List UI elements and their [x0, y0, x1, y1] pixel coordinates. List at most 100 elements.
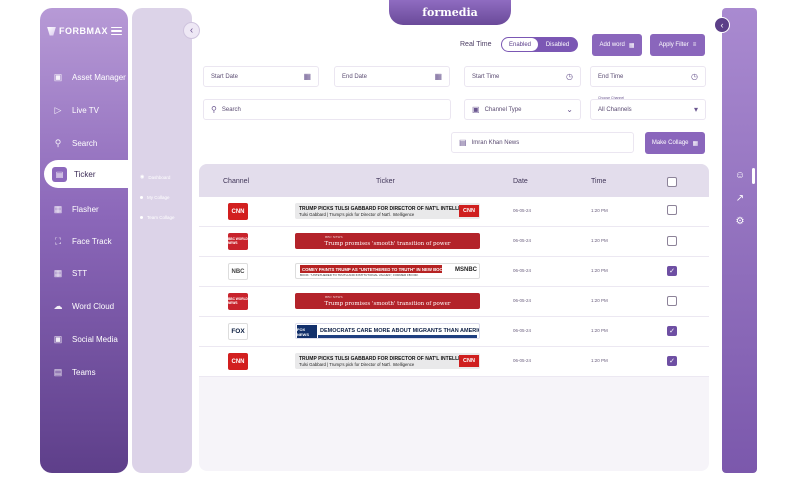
sidebar-item-word-cloud[interactable]: ☁ Word Cloud	[52, 297, 115, 315]
add-word-label: Add word	[599, 42, 625, 48]
play-icon: ▷	[54, 104, 62, 115]
channel-type-select[interactable]: ▣ Channel Type ⌄	[464, 99, 581, 120]
sidebar-item-asset-manager[interactable]: ▣ Asset Manager	[52, 68, 126, 86]
check-icon: ✓	[669, 358, 675, 365]
news-icon: ▤	[459, 138, 467, 147]
clock-icon: ◷	[691, 72, 698, 81]
ticker-source: BBC NEWS	[325, 235, 343, 239]
export-icon[interactable]: ↗	[736, 193, 744, 204]
sidebar-item-social-media[interactable]: ▣ Social Media	[52, 330, 118, 348]
face-track-icon: ⛶	[54, 235, 62, 246]
subnav-item-team-collage[interactable]: Team Collage	[140, 215, 175, 220]
logo[interactable]: FORBMAX	[47, 26, 108, 36]
end-time-field[interactable]: End Time ◷	[590, 66, 706, 87]
keyword-chip-label: Imran Khan News	[471, 139, 520, 146]
keyword-chip[interactable]: ▤ Imran Khan News	[451, 132, 634, 153]
ticker-headline: Trump promises 'smooth' transition of po…	[324, 300, 451, 307]
realtime-toggle[interactable]: Enabled Disabled	[501, 37, 578, 52]
add-word-button[interactable]: Add word ▦	[592, 34, 642, 56]
search-icon: ⚲	[54, 137, 62, 148]
subnav-panel	[132, 8, 192, 473]
make-collage-button[interactable]: Make Collage ▦	[645, 132, 705, 154]
folder-icon: ▣	[53, 71, 63, 82]
ticker-thumbnail[interactable]: COMEY PAINTS TRUMP AS "UNTETHERED TO TRU…	[295, 263, 480, 279]
user-icon[interactable]: ☺	[735, 170, 745, 181]
ticker-thumbnail[interactable]: TRUMP PICKS TULSI GABBARD FOR DIRECTOR O…	[295, 353, 480, 369]
bbc-logo: BBC WORLD NEWS	[228, 293, 248, 310]
end-date-field[interactable]: End Date ▦	[334, 66, 450, 87]
ticker-headline: Trump promises 'smooth' transition of po…	[324, 240, 451, 247]
ticker-subline: BOOK: "UNTETHERED TO TRUTH AND INSTITUTI…	[300, 273, 419, 277]
row-checkbox[interactable]: ✓	[667, 326, 677, 336]
subnav-item-label: Dashboard	[148, 174, 171, 180]
cloud-icon: ☁	[53, 300, 63, 311]
channel-select[interactable]: All Channels ▾	[590, 99, 706, 120]
sidebar-item-label: Asset Manager	[72, 72, 126, 82]
apply-filter-button[interactable]: Apply Filter ≡	[650, 34, 705, 56]
sidebar-item-label: Search	[72, 138, 98, 148]
check-icon: ✓	[669, 328, 675, 335]
add-word-icon: ▦	[628, 42, 635, 49]
gear-icon[interactable]: ⚙	[736, 216, 745, 227]
row-date: 06-05-24	[513, 328, 532, 333]
ticker-thumbnail[interactable]: BBC NEWS Trump promises 'smooth' transit…	[295, 233, 480, 249]
sidebar-item-live-tv[interactable]: ▷ Live TV	[52, 101, 99, 119]
collapse-left-icon[interactable]: ‹	[183, 22, 200, 39]
fox-logo: FOX	[228, 323, 248, 340]
sidebar-item-label: STT	[72, 268, 88, 278]
toggle-enabled[interactable]: Enabled	[502, 38, 538, 51]
row-checkbox[interactable]	[667, 205, 677, 215]
logo-text: FORBMAX	[59, 26, 108, 36]
row-checkbox[interactable]	[667, 296, 677, 306]
ticker-thumbnail[interactable]: TRUMP PICKS TULSI GABBARD FOR DIRECTOR O…	[295, 203, 480, 219]
fox-news-logo: FOX NEWS	[297, 325, 317, 338]
sidebar-item-search[interactable]: ⚲ Search	[52, 134, 98, 152]
row-checkbox[interactable]: ✓	[667, 266, 677, 276]
sidebar-item-ticker[interactable]: Ticker	[74, 170, 95, 179]
sidebar-item-face-track[interactable]: ⛶ Face Track	[52, 232, 112, 250]
start-date-field[interactable]: Start Date ▦	[203, 66, 319, 87]
ticker-subline: Tulsi Gabbard | Trump's pick for Directo…	[299, 211, 415, 217]
row-time: 1:20 PM	[591, 298, 608, 303]
sidebar-item-flasher[interactable]: ▦ Flasher	[52, 200, 99, 218]
sidebar-item-label: Word Cloud	[72, 301, 115, 311]
stt-icon: ▦	[53, 267, 63, 278]
row-time: 1:20 PM	[591, 208, 608, 213]
bbc-logo: BBC WORLD NEWS	[228, 233, 248, 250]
start-time-field[interactable]: Start Time ◷	[464, 66, 581, 87]
row-checkbox[interactable]: ✓	[667, 356, 677, 366]
sidebar-item-teams[interactable]: ▤ Teams	[52, 363, 96, 381]
sidebar-item-label: Social Media	[72, 334, 118, 344]
menu-icon[interactable]	[111, 27, 122, 35]
subnav-item-my-collage[interactable]: My Collage	[140, 195, 170, 200]
row-time: 1:20 PM	[591, 358, 608, 363]
calendar-icon: ▦	[434, 72, 442, 81]
search-input[interactable]: ⚲ Search	[203, 99, 451, 120]
sidebar-item-label: Flasher	[72, 204, 99, 214]
sidebar-item-stt[interactable]: ▦ STT	[52, 264, 87, 282]
cnn-logo: CNN	[459, 355, 479, 367]
check-icon: ✓	[669, 268, 675, 275]
ticker-headline: COMEY PAINTS TRUMP AS "UNTETHERED TO TRU…	[300, 265, 446, 273]
ticker-thumbnail[interactable]: BBC NEWS Trump promises 'smooth' transit…	[295, 293, 480, 309]
make-collage-label: Make Collage	[651, 140, 689, 146]
ticker-icon: ▤	[52, 167, 67, 182]
collapse-right-icon[interactable]: ‹	[714, 17, 730, 33]
ticker-thumbnail[interactable]: FOX NEWS DEMOCRATS CARE MORE ABOUT MIGRA…	[295, 323, 480, 339]
subnav-item-dashboard[interactable]: ◉ Dashboard	[140, 174, 170, 180]
caret-down-icon: ▾	[693, 105, 698, 114]
cnn-logo: CNN	[228, 203, 248, 220]
toggle-disabled[interactable]: Disabled	[538, 42, 577, 48]
logo-icon	[47, 26, 56, 36]
start-date-placeholder: Start Date	[211, 73, 239, 80]
dashboard-icon: ◉	[140, 174, 145, 180]
brand-title: formedia	[389, 0, 511, 25]
row-time: 1:20 PM	[591, 328, 608, 333]
ticker-strip	[318, 335, 477, 338]
select-all-checkbox[interactable]	[667, 177, 677, 187]
header-time: Time	[591, 178, 607, 185]
filter-icon: ≡	[692, 42, 697, 48]
tv-icon: ▣	[472, 105, 480, 114]
row-checkbox[interactable]	[667, 236, 677, 246]
row-time: 1:20 PM	[591, 268, 608, 273]
